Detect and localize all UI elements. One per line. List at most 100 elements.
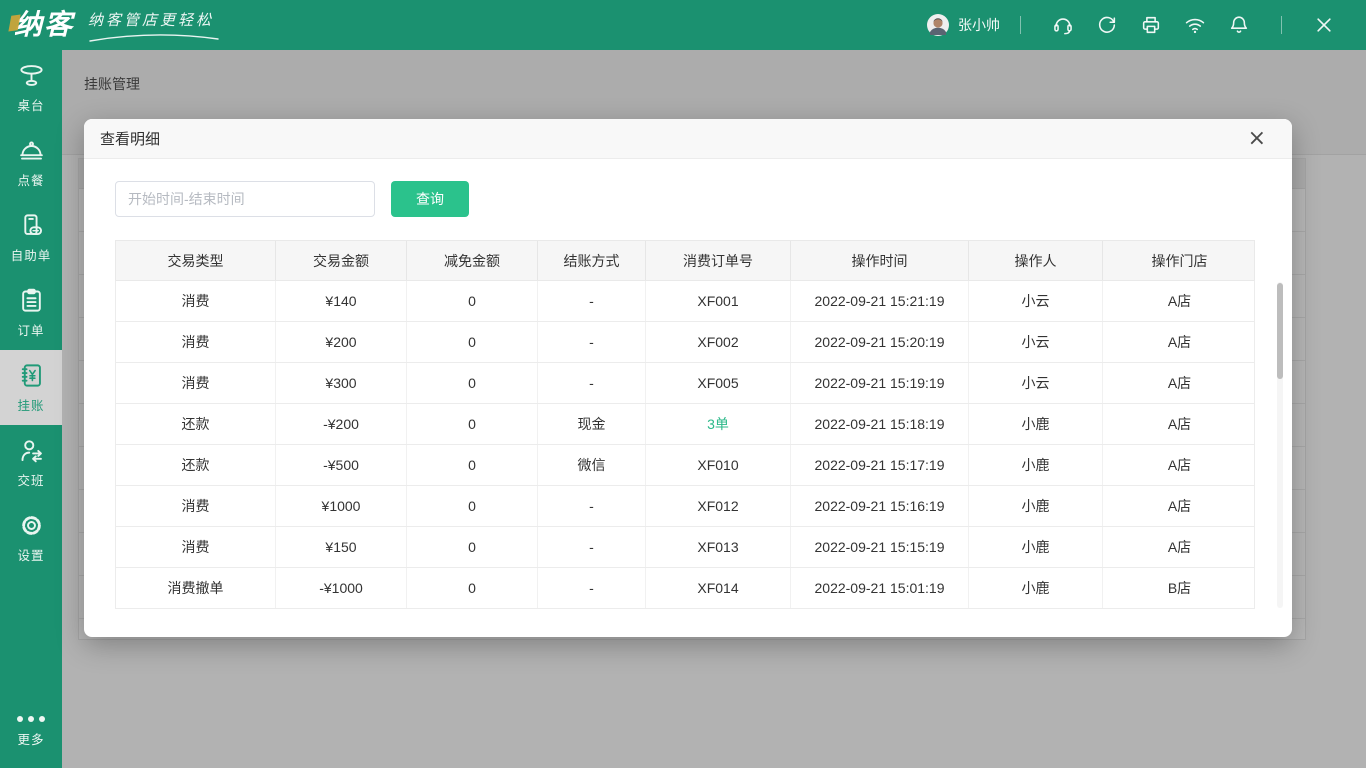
table-cell: 0 xyxy=(407,486,538,526)
table-row: 消费¥2000-XF0022022-09-21 15:20:19小云A店 xyxy=(116,322,1254,363)
table-cell: 2022-09-21 15:21:19 xyxy=(791,281,969,321)
printer-icon[interactable] xyxy=(1140,14,1162,36)
table-row: 消费¥10000-XF0122022-09-21 15:16:19小鹿A店 xyxy=(116,486,1254,527)
table-cell: 0 xyxy=(407,404,538,444)
date-range-input[interactable] xyxy=(115,181,375,217)
sidebar-item-settings[interactable]: 设置 xyxy=(0,500,62,575)
table-cell: A店 xyxy=(1103,527,1256,567)
column-header: 操作时间 xyxy=(791,241,969,280)
sidebar-item-credit[interactable]: 挂账 xyxy=(0,350,62,425)
header-divider xyxy=(1281,16,1282,34)
table-cell: 小鹿 xyxy=(969,486,1103,526)
order-count-link[interactable]: 3单 xyxy=(646,404,791,444)
table-cell: XF001 xyxy=(646,281,791,321)
table-cell: A店 xyxy=(1103,445,1256,485)
user-account-button[interactable]: 张小帅 xyxy=(926,13,1000,37)
modal-scrollbar-track[interactable] xyxy=(1277,282,1283,608)
table-cell: 2022-09-21 15:18:19 xyxy=(791,404,969,444)
table-cell: - xyxy=(538,527,646,567)
logo-text: 纳客 xyxy=(14,2,74,48)
table-cell: 0 xyxy=(407,322,538,362)
table-cell: 还款 xyxy=(116,445,276,485)
table-cell: ¥150 xyxy=(276,527,407,567)
table-cell: 消费撤单 xyxy=(116,568,276,608)
app-header: 纳客 纳客管店更轻松 张小帅 xyxy=(0,0,1366,50)
sync-icon[interactable] xyxy=(1096,14,1118,36)
table-cell: 消费 xyxy=(116,281,276,321)
table-cell: 小云 xyxy=(969,363,1103,403)
cloche-icon xyxy=(18,137,45,164)
table-cell: A店 xyxy=(1103,404,1256,444)
table-cell: XF012 xyxy=(646,486,791,526)
table-cell: 小云 xyxy=(969,322,1103,362)
tagline-underline-swoosh xyxy=(88,34,220,43)
column-header: 结账方式 xyxy=(538,241,646,280)
sidebar-item-tables[interactable]: 桌台 xyxy=(0,50,62,125)
table-cell: -¥200 xyxy=(276,404,407,444)
table-cell: 0 xyxy=(407,281,538,321)
sidebar-item-shift-change[interactable]: 交班 xyxy=(0,425,62,500)
column-header: 操作人 xyxy=(969,241,1103,280)
table-cell: -¥500 xyxy=(276,445,407,485)
table-cell: 现金 xyxy=(538,404,646,444)
sidebar-item-orders[interactable]: 订单 xyxy=(0,275,62,350)
table-cell: XF010 xyxy=(646,445,791,485)
column-header: 操作门店 xyxy=(1103,241,1256,280)
header-actions: 张小帅 xyxy=(926,13,1366,37)
table-cell: 2022-09-21 15:17:19 xyxy=(791,445,969,485)
table-cell: ¥140 xyxy=(276,281,407,321)
table-cell: 2022-09-21 15:20:19 xyxy=(791,322,969,362)
table-cell: -¥1000 xyxy=(276,568,407,608)
table-cell: 小鹿 xyxy=(969,568,1103,608)
header-divider xyxy=(1020,16,1021,34)
query-button[interactable]: 查询 xyxy=(391,181,469,217)
user-avatar xyxy=(926,13,950,37)
table-cell: A店 xyxy=(1103,322,1256,362)
notification-bell-icon[interactable] xyxy=(1228,14,1250,36)
settings-gear-icon xyxy=(18,512,45,539)
table-cell: 小云 xyxy=(969,281,1103,321)
modal-close-icon[interactable]: × xyxy=(1248,128,1266,150)
table-cell: 2022-09-21 15:19:19 xyxy=(791,363,969,403)
filter-row: 查询 xyxy=(115,181,1261,217)
detail-table-body: 消费¥1400-XF0012022-09-21 15:21:19小云A店消费¥2… xyxy=(115,280,1255,609)
table-cell: 0 xyxy=(407,568,538,608)
table-cell: 2022-09-21 15:15:19 xyxy=(791,527,969,567)
table-cell: XF002 xyxy=(646,322,791,362)
table-cell: 还款 xyxy=(116,404,276,444)
sidebar-item-more[interactable]: 更多 xyxy=(0,702,62,762)
table-cell: 2022-09-21 15:16:19 xyxy=(791,486,969,526)
app-close-icon[interactable] xyxy=(1313,14,1335,36)
self-order-icon xyxy=(18,212,45,239)
table-cell: 消费 xyxy=(116,527,276,567)
table-row: 还款-¥5000微信XF0102022-09-21 15:17:19小鹿A店 xyxy=(116,445,1254,486)
page-title: 挂账管理 xyxy=(84,74,1366,94)
table-cell: 小鹿 xyxy=(969,527,1103,567)
column-header: 交易金额 xyxy=(276,241,407,280)
table-cell: - xyxy=(538,363,646,403)
table-cell: 2022-09-21 15:01:19 xyxy=(791,568,969,608)
sidebar-item-self-order[interactable]: 自助单 xyxy=(0,200,62,275)
detail-table: 交易类型交易金额减免金额结账方式消费订单号操作时间操作人操作门店 消费¥1400… xyxy=(115,240,1255,609)
table-cell: 消费 xyxy=(116,322,276,362)
modal-body: 查询 交易类型交易金额减免金额结账方式消费订单号操作时间操作人操作门店 消费¥1… xyxy=(84,159,1292,609)
table-cell: A店 xyxy=(1103,486,1256,526)
customer-service-icon[interactable] xyxy=(1052,14,1074,36)
shift-change-icon xyxy=(18,437,45,464)
modal-scrollbar-thumb[interactable] xyxy=(1277,283,1283,379)
table-cell: 0 xyxy=(407,445,538,485)
table-cell: 微信 xyxy=(538,445,646,485)
table-cell: 小鹿 xyxy=(969,404,1103,444)
table-cell: - xyxy=(538,486,646,526)
column-header: 交易类型 xyxy=(116,241,276,280)
table-cell: - xyxy=(538,322,646,362)
app-logo: 纳客 纳客管店更轻松 xyxy=(0,2,220,48)
wifi-icon[interactable] xyxy=(1184,14,1206,36)
table-row: 还款-¥2000现金3单2022-09-21 15:18:19小鹿A店 xyxy=(116,404,1254,445)
table-cell: A店 xyxy=(1103,281,1256,321)
sidebar-item-ordering[interactable]: 点餐 xyxy=(0,125,62,200)
table-cell: ¥300 xyxy=(276,363,407,403)
table-cell: XF013 xyxy=(646,527,791,567)
logo-tagline: 纳客管店更轻松 xyxy=(88,9,220,48)
table-cell: ¥200 xyxy=(276,322,407,362)
